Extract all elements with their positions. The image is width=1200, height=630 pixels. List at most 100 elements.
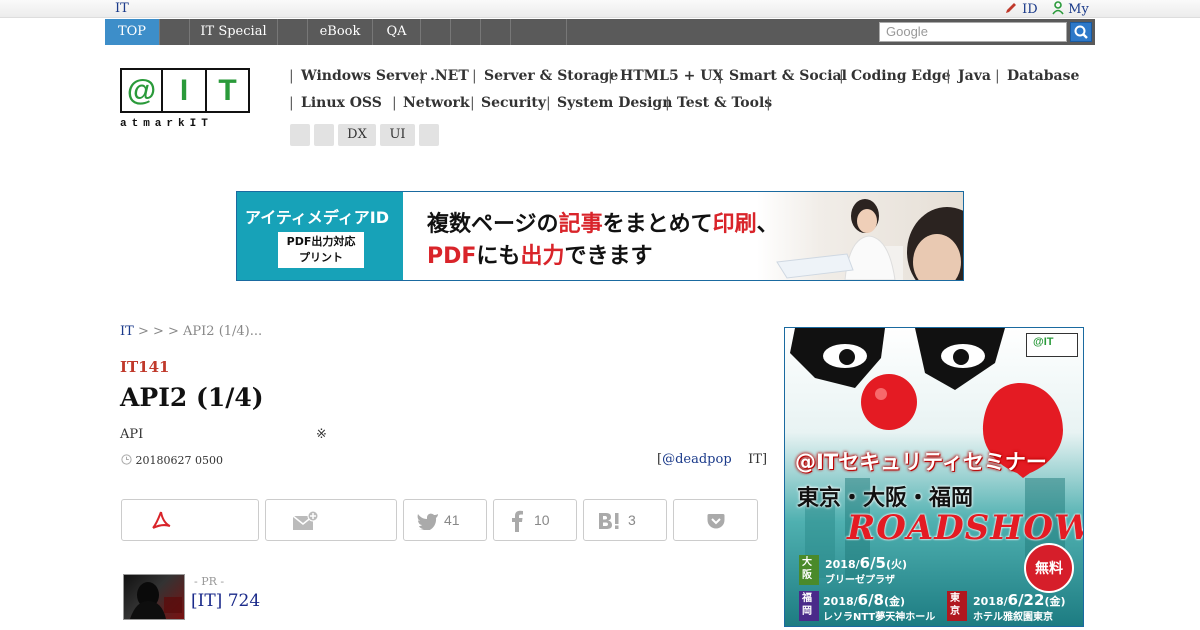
hatena-bookmark-icon bbox=[599, 513, 619, 529]
pocket-icon bbox=[707, 514, 725, 529]
twitter-share-button[interactable]: 41 bbox=[403, 499, 487, 541]
breadcrumb-home[interactable]: IT bbox=[120, 324, 134, 339]
author-handle-link[interactable]: @deadpop bbox=[662, 452, 732, 467]
nav-item-10[interactable] bbox=[511, 19, 567, 45]
top-utility-bar: IT ID My bbox=[0, 0, 1200, 18]
osaka-tag: 大阪 bbox=[799, 555, 819, 585]
cat-smart-social[interactable]: Smart & Social bbox=[729, 68, 847, 84]
banner-headline-1: 複数ページの記事をまとめて印刷、 bbox=[427, 212, 779, 237]
banner-brand: アイティメディアID bbox=[245, 208, 390, 227]
fukuoka-tag: 福岡 bbox=[799, 591, 819, 621]
nav-top[interactable]: TOP bbox=[105, 19, 160, 45]
nav-ebook[interactable]: eBook bbox=[308, 19, 373, 45]
tokyo-tag: 東京 bbox=[947, 591, 967, 621]
tag-button-2[interactable] bbox=[314, 124, 334, 146]
search-input[interactable]: Google bbox=[879, 22, 1067, 42]
banner-brand-panel: アイティメディアID PDF出力対応 プリント bbox=[237, 192, 403, 280]
search-button[interactable] bbox=[1070, 22, 1092, 42]
id-print-banner[interactable]: アイティメディアID PDF出力対応 プリント 複数ページの記事をまとめて印刷、… bbox=[236, 191, 964, 281]
cat-linux-oss[interactable]: Linux OSS bbox=[301, 95, 382, 111]
pencil-icon bbox=[1006, 3, 1016, 13]
global-nav: TOP IT Special eBook QA Google bbox=[105, 19, 1095, 45]
cat-coding-edge[interactable]: Coding Edge bbox=[851, 68, 951, 84]
nav-qa[interactable]: QA bbox=[373, 19, 421, 45]
logo-subtitle: atmarkIT bbox=[120, 118, 213, 130]
cat-system-design[interactable]: System Design bbox=[557, 95, 672, 111]
tag-button-5[interactable] bbox=[419, 124, 439, 146]
fukuoka-date: 2018/6/8(金) bbox=[823, 591, 906, 609]
author-credit: [@deadpop IT] bbox=[657, 452, 767, 467]
publish-date: 20180627 0500 bbox=[121, 454, 223, 467]
twitter-count: 41 bbox=[444, 512, 460, 528]
badge-line-1: PDF出力対応 bbox=[286, 235, 356, 248]
twitter-icon bbox=[417, 513, 438, 530]
author-suffix: IT] bbox=[748, 452, 768, 467]
nav-item-2[interactable] bbox=[160, 19, 190, 45]
pr-label: - PR - bbox=[194, 575, 225, 588]
nav-item-9[interactable] bbox=[481, 19, 511, 45]
cat-windows-server[interactable]: Windows Server bbox=[301, 68, 427, 84]
article-lead: API ※ bbox=[120, 427, 327, 442]
nav-item-4[interactable] bbox=[278, 19, 308, 45]
cat-network[interactable]: Network bbox=[403, 95, 470, 111]
mail-clip-button[interactable] bbox=[265, 499, 397, 541]
free-badge: 無料 bbox=[1024, 543, 1074, 593]
cat-database[interactable]: Database bbox=[1007, 68, 1079, 84]
security-seminar-ad[interactable]: @IT @ITセキュリティセミナー 東京・大阪・福岡 ROADSHOW 無料 大… bbox=[784, 327, 1084, 627]
lead-text: API bbox=[120, 427, 144, 442]
nav-it-special[interactable]: IT Special bbox=[190, 19, 278, 45]
article-title: API2 (1/4) bbox=[120, 383, 264, 412]
nav-item-8[interactable] bbox=[451, 19, 481, 45]
hatena-count: 3 bbox=[628, 512, 636, 528]
breadcrumb-trail: > > > API2 (1/4)... bbox=[133, 324, 263, 339]
cat-java[interactable]: Java bbox=[958, 68, 991, 84]
banner-headline-2: PDFにも出力できます bbox=[427, 244, 653, 269]
mail-add-icon bbox=[292, 510, 319, 530]
my-link-label: My bbox=[1068, 2, 1089, 17]
pdf-icon bbox=[152, 511, 171, 529]
pr-link[interactable]: [IT] 724 bbox=[191, 591, 260, 611]
nav-item-7[interactable] bbox=[421, 19, 451, 45]
logo-i: I bbox=[163, 68, 207, 113]
tokyo-venue: ホテル雅叙園東京 bbox=[973, 612, 1053, 623]
clock-icon bbox=[121, 454, 132, 465]
osaka-venue: ブリーゼプラザ bbox=[825, 575, 895, 586]
fukuoka-venue: レソラNTT夢天神ホール bbox=[823, 612, 936, 623]
banner-people-illustration bbox=[776, 199, 963, 280]
tag-button-1[interactable] bbox=[290, 124, 310, 146]
breadcrumb: IT > > > API2 (1/4)... bbox=[120, 324, 262, 339]
facebook-share-button[interactable]: 10 bbox=[493, 499, 577, 541]
tokyo-date: 2018/6/22(金) bbox=[973, 591, 1066, 609]
tag-dx[interactable]: DX bbox=[338, 124, 376, 146]
badge-line-2: プリント bbox=[299, 251, 343, 264]
logo-t: T bbox=[207, 68, 250, 113]
pocket-button[interactable] bbox=[673, 499, 758, 541]
facebook-count: 10 bbox=[534, 512, 550, 528]
user-icon bbox=[1052, 1, 1064, 15]
banner-pdf-badge: PDF出力対応 プリント bbox=[278, 232, 364, 268]
publish-date-text: 20180627 0500 bbox=[135, 454, 223, 467]
id-link-label: ID bbox=[1022, 2, 1038, 17]
pdf-button[interactable] bbox=[121, 499, 259, 541]
tag-ui[interactable]: UI bbox=[380, 124, 415, 146]
ad-roadshow: ROADSHOW bbox=[847, 508, 1084, 548]
cat-dotnet[interactable]: .NET bbox=[430, 68, 469, 84]
ad-logo: @IT bbox=[1026, 333, 1078, 357]
cat-html5-ux[interactable]: HTML5 + UX bbox=[620, 68, 723, 84]
hatena-bookmark-button[interactable]: 3 bbox=[583, 499, 667, 541]
article-kicker: IT141 bbox=[120, 358, 170, 376]
cat-server-storage[interactable]: Server & Storage bbox=[484, 68, 618, 84]
pr-thumbnail[interactable] bbox=[123, 574, 185, 620]
id-link[interactable]: ID bbox=[1004, 1, 1038, 17]
my-link[interactable]: My bbox=[1052, 1, 1089, 17]
site-logo[interactable]: @ I T atmarkIT bbox=[120, 68, 250, 132]
logo-at: @ bbox=[120, 68, 163, 113]
cat-security[interactable]: Security bbox=[481, 95, 546, 111]
search-icon bbox=[1074, 25, 1088, 39]
cat-test-tools[interactable]: Test & Tools bbox=[677, 95, 772, 111]
banner-photo bbox=[757, 192, 963, 280]
hacker-image bbox=[130, 582, 182, 619]
facebook-icon bbox=[512, 510, 523, 532]
site-link[interactable]: IT bbox=[115, 1, 129, 16]
lead-note-mark: ※ bbox=[316, 427, 327, 442]
